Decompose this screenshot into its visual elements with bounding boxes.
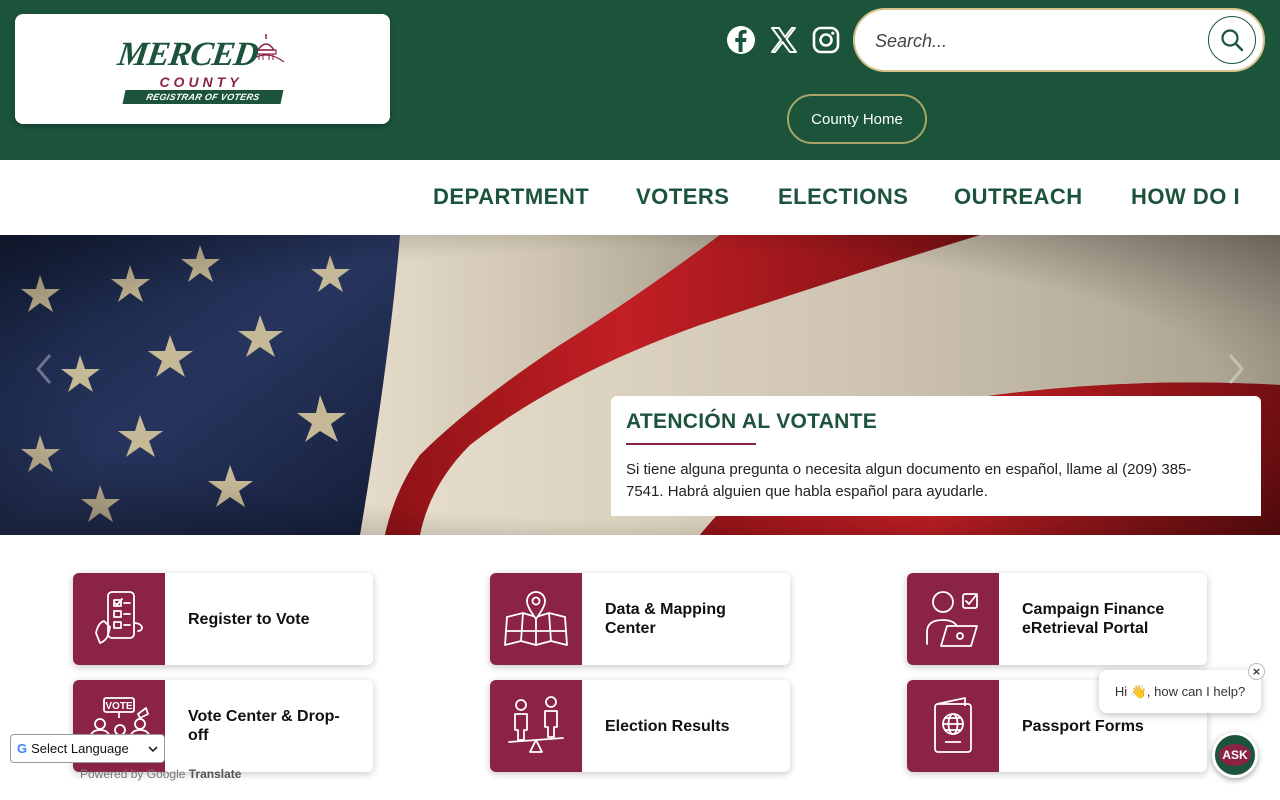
chat-close-button[interactable]: ×: [1248, 663, 1265, 680]
chat-greeting-text: Hi 👋, how can I help?: [1114, 683, 1246, 699]
x-link[interactable]: [768, 24, 800, 56]
ask-label: ASK: [1219, 744, 1251, 766]
map-pin-icon: [504, 591, 568, 646]
nav-item-voters[interactable]: VOTERS: [636, 184, 729, 210]
search-input[interactable]: [875, 24, 1195, 58]
select-language-dropdown[interactable]: G Select Language: [10, 734, 165, 763]
google-logo-text: Google: [146, 767, 186, 781]
carousel-next-button[interactable]: [1222, 353, 1250, 385]
card-label: Campaign Finance eRetrieval Portal: [1022, 601, 1165, 637]
hero-banner: ATENCIÓN AL VOTANTE Si tiene alguna preg…: [0, 235, 1280, 535]
ask-chat-button[interactable]: ASK: [1212, 732, 1258, 778]
card-icon-box: [907, 680, 999, 772]
x-icon: [771, 27, 797, 53]
card-icon-box: [490, 573, 582, 665]
phone-checklist-icon: [95, 591, 143, 644]
google-translate-icon: G: [17, 741, 28, 756]
translate-link[interactable]: Translate: [189, 767, 242, 781]
logo-merced-text: MERCED: [115, 36, 261, 73]
nav-item-how-do-i[interactable]: HOW DO I: [1131, 184, 1240, 210]
quick-link-election-results[interactable]: Election Results: [490, 680, 790, 772]
scale-people-icon: [508, 696, 564, 753]
main-nav: DEPARTMENT VOTERS ELECTIONS OUTREACH HOW…: [0, 160, 1280, 235]
chevron-left-icon: [36, 354, 52, 384]
quick-link-campaign-finance[interactable]: Campaign Finance eRetrieval Portal: [907, 573, 1207, 665]
card-label: Register to Vote: [188, 610, 310, 628]
county-home-button[interactable]: County Home: [787, 94, 927, 144]
powered-by-google-translate: Powered by Google Translate: [80, 767, 241, 781]
card-icon-box: [907, 573, 999, 665]
quick-link-data-mapping[interactable]: Data & Mapping Center: [490, 573, 790, 665]
nav-item-department[interactable]: DEPARTMENT: [433, 184, 589, 210]
callout-title: ATENCIÓN AL VOTANTE: [626, 410, 878, 433]
search-icon: [1221, 29, 1244, 52]
powered-by-text: Powered by: [80, 767, 144, 781]
card-icon-box: [490, 680, 582, 772]
logo-link[interactable]: MERCED COUNTY REGISTRAR OF VOTERS: [15, 14, 390, 124]
nav-item-elections[interactable]: ELECTIONS: [778, 184, 908, 210]
instagram-icon: [812, 26, 840, 54]
card-icon-box: [73, 573, 165, 665]
card-label: Vote Center & Drop-off: [188, 708, 340, 744]
card-label: Election Results: [605, 717, 730, 735]
nav-item-outreach[interactable]: OUTREACH: [954, 184, 1083, 210]
callout-divider: [626, 443, 756, 445]
logo-registrar-text: REGISTRAR OF VOTERS: [122, 90, 284, 104]
callout-text: Si tiene alguna pregunta o necesita algu…: [626, 461, 1192, 500]
logo-county-text: COUNTY: [159, 74, 243, 90]
chevron-down-icon: [148, 746, 158, 753]
search-box: [853, 8, 1265, 72]
person-laptop-icon: [926, 591, 978, 647]
search-button[interactable]: [1208, 16, 1256, 64]
select-language-label: Select Language: [31, 741, 129, 756]
quick-link-register-to-vote[interactable]: Register to Vote: [73, 573, 373, 665]
site-header: MERCED COUNTY REGISTRAR OF VOTERS Search…: [0, 0, 1280, 160]
hero-callout: ATENCIÓN AL VOTANTE Si tiene alguna preg…: [611, 396, 1261, 516]
chat-greeting-bubble[interactable]: Hi 👋, how can I help?: [1099, 670, 1261, 713]
card-label: Data & Mapping Center: [605, 601, 726, 637]
facebook-link[interactable]: [725, 24, 757, 56]
merced-county-logo: MERCED COUNTY REGISTRAR OF VOTERS: [115, 32, 288, 108]
facebook-icon: [727, 26, 755, 54]
chevron-right-icon: [1228, 354, 1244, 384]
svg-text:VOTE: VOTE: [105, 701, 133, 712]
passport-icon: [934, 697, 972, 753]
carousel-prev-button[interactable]: [30, 353, 58, 385]
instagram-link[interactable]: [810, 24, 842, 56]
